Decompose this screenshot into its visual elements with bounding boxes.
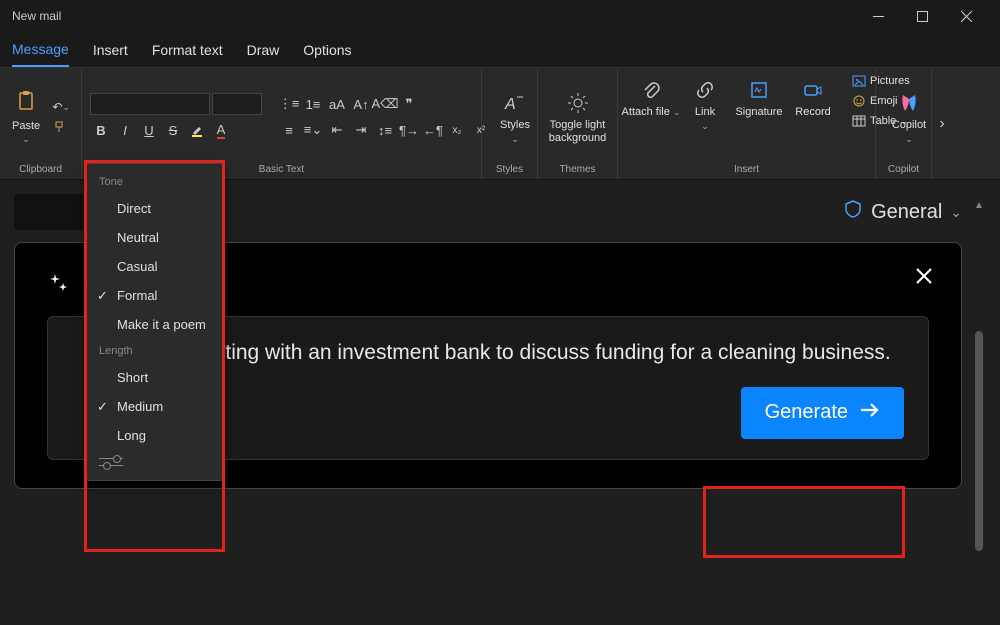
slider-icon	[99, 458, 123, 459]
theme-label: Toggle light background	[549, 119, 606, 145]
tab-message[interactable]: Message	[12, 33, 69, 67]
group-label-clipboard: Clipboard	[8, 162, 73, 175]
tone-option-direct[interactable]: Direct	[87, 194, 223, 223]
group-label-copilot: Copilot	[884, 162, 923, 175]
paste-button[interactable]: Paste ⌄	[8, 85, 44, 149]
ribbon-group-themes: Toggle light background Themes	[538, 68, 618, 179]
shield-icon	[843, 199, 863, 225]
case-button[interactable]: aA	[326, 93, 348, 115]
copilot-close-button[interactable]	[915, 267, 933, 290]
font-color-button[interactable]: A	[210, 119, 232, 141]
undo-button[interactable]: ↶⌄	[52, 99, 70, 115]
highlight-button[interactable]	[186, 119, 208, 141]
sensitivity-label: General	[871, 201, 942, 224]
svg-text:A: A	[504, 96, 516, 113]
tab-options[interactable]: Options	[303, 34, 351, 66]
tone-option-formal[interactable]: Formal	[87, 281, 223, 310]
length-section-label: Length	[87, 339, 223, 363]
group-label-insert: Insert	[626, 162, 867, 175]
record-button[interactable]: Record	[788, 72, 838, 123]
menu-sliders[interactable]	[87, 450, 223, 474]
format-painter-button[interactable]	[52, 119, 70, 135]
chevron-down-icon: ⌄	[511, 134, 519, 145]
copilot-icon	[895, 89, 923, 117]
chevron-down-icon: ⌄	[950, 204, 962, 221]
ribbon-group-clipboard: Paste ⌄ ↶⌄ Clipboard	[0, 68, 82, 179]
link-button[interactable]: Link ⌄	[680, 72, 730, 136]
group-label-themes: Themes	[546, 162, 609, 175]
ribbon-group-styles: A Styles ⌄ Styles	[482, 68, 538, 179]
length-option-short[interactable]: Short	[87, 363, 223, 392]
tone-section-label: Tone	[87, 170, 223, 194]
grow-font-button[interactable]: A↑	[350, 93, 372, 115]
link-icon	[691, 76, 719, 104]
strikethrough-button[interactable]: S	[162, 119, 184, 141]
align-left-button[interactable]: ≡	[278, 119, 300, 141]
styles-button[interactable]: A Styles ⌄	[490, 85, 540, 149]
generate-button[interactable]: Generate	[741, 387, 904, 439]
italic-button[interactable]: I	[114, 119, 136, 141]
ribbon-group-insert: Attach file ⌄ Link ⌄ Signature Record Pi…	[618, 68, 876, 179]
sensitivity-badge[interactable]: General ⌄	[843, 199, 962, 225]
scroll-thumb[interactable]	[975, 331, 983, 551]
styles-label: Styles	[500, 119, 530, 132]
minimize-button[interactable]	[856, 0, 900, 32]
scroll-up-arrow[interactable]: ▲	[974, 200, 984, 211]
copilot-button[interactable]: Copilot ⌄	[884, 85, 934, 149]
clear-format-button[interactable]: A⌫	[374, 93, 396, 115]
font-size-select[interactable]	[212, 93, 262, 115]
ribbon-tabs: Message Insert Format text Draw Options	[0, 32, 1000, 68]
quote-button[interactable]: ❞	[398, 93, 420, 115]
underline-button[interactable]: U	[138, 119, 160, 141]
titlebar: New mail	[0, 0, 1000, 32]
tab-draw[interactable]: Draw	[247, 34, 280, 66]
close-button[interactable]	[944, 0, 988, 32]
bullets-button[interactable]: ⋮≡	[278, 93, 300, 115]
tab-insert[interactable]: Insert	[93, 34, 128, 66]
styles-icon: A	[501, 89, 529, 117]
subscript-button[interactable]: x₂	[446, 119, 468, 141]
window-title: New mail	[12, 9, 856, 23]
tone-option-poem[interactable]: Make it a poem	[87, 310, 223, 339]
vertical-scrollbar[interactable]: ▲	[972, 194, 986, 611]
ltr-button[interactable]: ¶→	[398, 119, 420, 141]
sparkle-icon	[47, 271, 71, 300]
line-spacing-button[interactable]: ↕≡	[374, 119, 396, 141]
paste-label: Paste	[12, 120, 40, 132]
rtl-button[interactable]: ←¶	[422, 119, 444, 141]
signature-button[interactable]: Signature	[734, 72, 784, 123]
arrow-right-icon	[858, 399, 880, 427]
tab-format-text[interactable]: Format text	[152, 34, 223, 66]
ribbon-expand-button[interactable]: ›	[932, 68, 952, 179]
window-controls	[856, 0, 988, 32]
group-label-styles: Styles	[490, 162, 529, 175]
ribbon-group-copilot: Copilot ⌄ Copilot	[876, 68, 932, 179]
signature-icon	[745, 76, 773, 104]
length-option-medium[interactable]: Medium	[87, 392, 223, 421]
tone-length-menu: Tone Direct Neutral Casual Formal Make i…	[86, 163, 224, 481]
numbering-button[interactable]: 1≡	[302, 93, 324, 115]
tone-option-casual[interactable]: Casual	[87, 252, 223, 281]
paperclip-icon	[637, 76, 665, 104]
camera-icon	[799, 76, 827, 104]
maximize-button[interactable]	[900, 0, 944, 32]
toggle-theme-button[interactable]: Toggle light background	[546, 85, 609, 149]
chevron-down-icon: ⌄	[22, 134, 30, 145]
slider-icon	[99, 465, 123, 466]
font-name-select[interactable]	[90, 93, 210, 115]
length-option-long[interactable]: Long	[87, 421, 223, 450]
indent-inc-button[interactable]: ⇥	[350, 119, 372, 141]
sun-icon	[564, 89, 592, 117]
tone-option-neutral[interactable]: Neutral	[87, 223, 223, 252]
indent-dec-button[interactable]: ⇤	[326, 119, 348, 141]
attach-file-button[interactable]: Attach file ⌄	[626, 72, 676, 123]
align-dropdown[interactable]: ≡⌄	[302, 119, 324, 141]
clipboard-icon	[14, 89, 38, 118]
bold-button[interactable]: B	[90, 119, 112, 141]
generate-label: Generate	[765, 401, 848, 424]
